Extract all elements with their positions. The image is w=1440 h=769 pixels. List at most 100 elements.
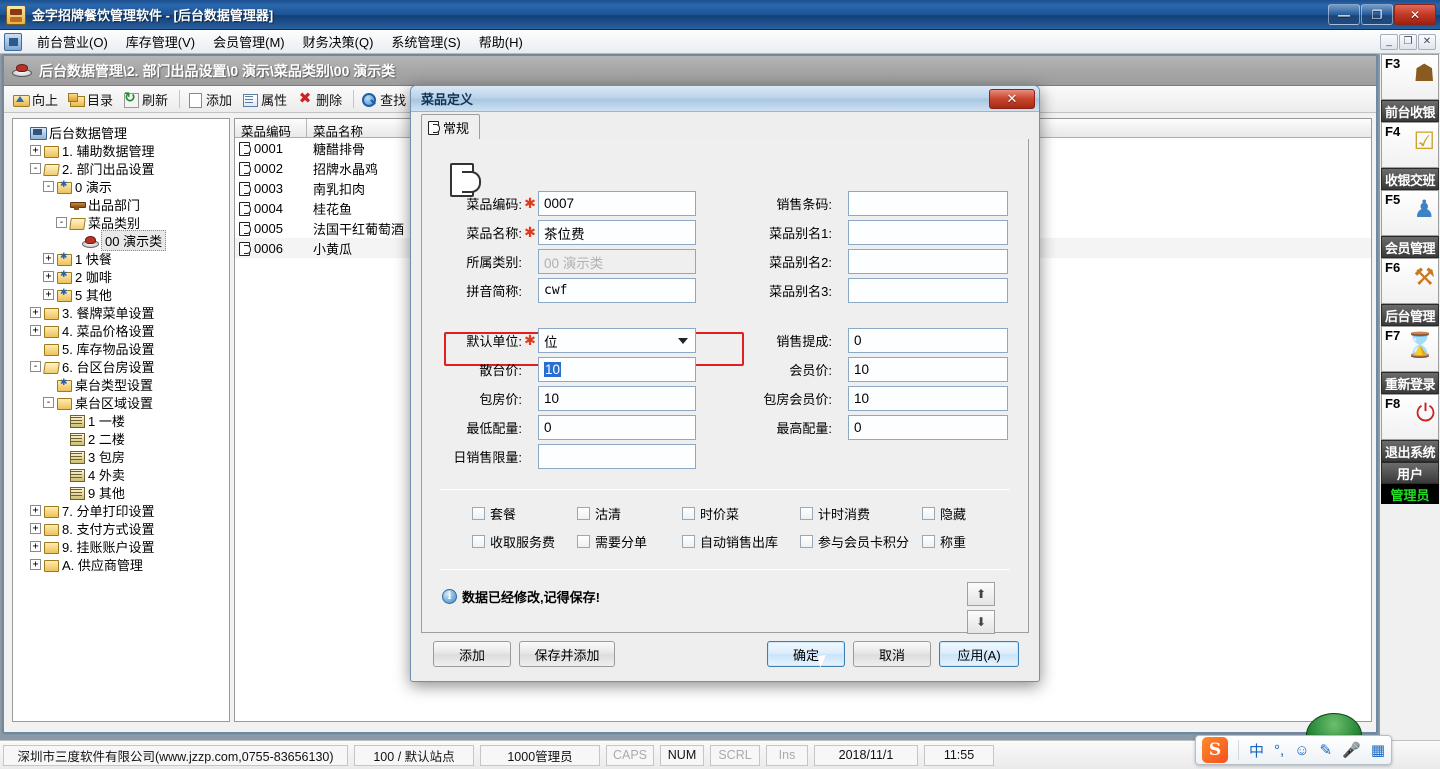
tree-node-23[interactable]: + A. 供应商管理 [17,555,229,573]
checkbox-icon[interactable] [922,507,935,520]
scroll-down-button[interactable]: ⬇ [967,610,995,634]
sidebar-label-f6[interactable]: 后台管理 [1381,304,1439,326]
checkbox-icon[interactable] [472,507,485,520]
tab-general[interactable]: 常规 [421,114,481,142]
tree-node-0[interactable]: +1. 辅助数据管理 [17,141,229,159]
tree-node-19[interactable]: 9 其他 [17,483,229,501]
cancel-button[interactable]: 取消 [853,641,931,667]
member-points-checkbox[interactable]: 参与会员卡积分 [800,532,909,551]
sogou-logo-icon[interactable]: S [1202,737,1229,763]
scroll-up-button[interactable]: ⬆ [967,582,995,606]
expand-icon[interactable]: + [30,306,41,318]
checkbox-icon[interactable] [682,507,695,520]
combo-meal-checkbox[interactable]: 套餐 [472,504,516,523]
table-price-input[interactable]: 10 [538,357,696,382]
tree-node-4[interactable]: - 菜品类别 [17,213,229,231]
auto-stock-out-checkbox[interactable]: 自动销售出库 [682,532,778,551]
tree-node-7[interactable]: +2 咖啡 [17,267,229,285]
expand-icon[interactable]: + [30,144,41,156]
checkbox-icon[interactable] [800,507,813,520]
expand-icon[interactable]: + [43,270,54,282]
toolbar-properties-button[interactable]: 属性 [239,88,294,111]
toolbar-add-button[interactable]: 添加 [184,88,239,111]
sidebar-label-f7[interactable]: 重新登录 [1381,372,1439,394]
default-unit-select[interactable]: 位 [538,328,696,353]
dish-pinyin-input[interactable]: cwf [538,278,696,303]
dish-name-input[interactable]: 茶位费 [538,220,696,245]
toolbar-up-button[interactable]: 向上 [10,88,65,111]
ok-button[interactable]: 确定 [767,641,845,667]
tree-root-node[interactable]: 后台数据管理 [17,123,229,141]
sold-out-checkbox[interactable]: 沽清 [577,504,621,523]
split-order-checkbox[interactable]: 需要分单 [577,532,647,551]
sidebar-label-f3[interactable]: 前台收银 [1381,100,1439,122]
expand-icon[interactable]: + [30,324,41,336]
ime-handwriting-icon[interactable]: ✎ [1320,741,1333,759]
ime-toolbox-icon[interactable]: ▦ [1371,741,1385,759]
add-button[interactable]: 添加 [433,641,511,667]
expand-icon[interactable]: + [30,504,41,516]
menu-item-finance[interactable]: 财务决策(Q) [294,29,383,54]
menu-item-help[interactable]: 帮助(H) [470,29,532,54]
room-price-input[interactable]: 10 [538,386,696,411]
tree-node-11[interactable]: 5. 库存物品设置 [17,339,229,357]
dish-alias1-input[interactable] [848,220,1008,245]
max-qty-input[interactable]: 0 [848,415,1008,440]
tree-node-16[interactable]: 2 二楼 [17,429,229,447]
sidebar-button-f6[interactable]: F6 ⚒ [1381,258,1439,304]
navigation-tree-pane[interactable]: 后台数据管理 +1. 辅助数据管理-2. 部门出品设置-0 演示出品部门-菜品类… [12,118,230,722]
menu-item-members[interactable]: 会员管理(M) [204,29,294,54]
ime-toolbar[interactable]: S 中 °, ☺ ✎ 🎤 ▦ [1195,735,1392,765]
expand-icon[interactable]: + [43,288,54,300]
tree-node-21[interactable]: +8. 支付方式设置 [17,519,229,537]
toolbar-search-button[interactable]: 查找 [358,88,413,111]
expand-icon[interactable]: + [43,252,54,264]
collapse-icon[interactable]: - [43,180,54,192]
sidebar-button-f8[interactable]: F8 ⏻ [1381,394,1439,440]
dish-alias3-input[interactable] [848,278,1008,303]
tree-node-18[interactable]: 4 外卖 [17,465,229,483]
tree-node-3[interactable]: 出品部门 [17,195,229,213]
weighing-checkbox[interactable]: 称重 [922,532,966,551]
sidebar-button-f5[interactable]: F5 ♟ [1381,190,1439,236]
daily-limit-input[interactable] [538,444,696,469]
tree-node-12[interactable]: - 6. 台区台房设置 [17,357,229,375]
tree-node-8[interactable]: +5 其他 [17,285,229,303]
hidden-checkbox[interactable]: 隐藏 [922,504,966,523]
dialog-close-button[interactable]: ✕ [989,88,1035,109]
close-button[interactable]: ✕ [1394,4,1436,25]
ime-emoji-icon[interactable]: ☺ [1294,742,1309,759]
tree-node-14[interactable]: - 桌台区域设置 [17,393,229,411]
tree-node-1[interactable]: - 2. 部门出品设置 [17,159,229,177]
collapse-icon[interactable]: - [30,360,41,372]
tree-node-22[interactable]: +9. 挂账账户设置 [17,537,229,555]
min-qty-input[interactable]: 0 [538,415,696,440]
checkbox-icon[interactable] [922,535,935,548]
column-header-code[interactable]: 菜品编码 [235,119,307,139]
mdi-restore-button[interactable]: ❐ [1399,33,1417,50]
collapse-icon[interactable]: - [56,216,67,228]
tree-node-17[interactable]: 3 包房 [17,447,229,465]
sidebar-button-f4[interactable]: F4 ☑ [1381,122,1439,168]
checkbox-icon[interactable] [577,507,590,520]
sidebar-label-f5[interactable]: 会员管理 [1381,236,1439,258]
ime-language-icon[interactable]: 中 [1249,740,1264,761]
mdi-minimize-button[interactable]: _ [1380,33,1398,50]
mdi-close-button[interactable]: ✕ [1418,33,1436,50]
timed-consumption-checkbox[interactable]: 计时消费 [800,504,870,523]
expand-icon[interactable]: + [30,522,41,534]
sidebar-label-f4[interactable]: 收银交班 [1381,168,1439,190]
toolbar-refresh-button[interactable]: 刷新 [120,88,175,111]
sidebar-label-f8[interactable]: 退出系统 [1381,440,1439,462]
sidebar-button-f7[interactable]: F7 ⌛ [1381,326,1439,372]
checkbox-icon[interactable] [800,535,813,548]
checkbox-icon[interactable] [577,535,590,548]
minimize-button[interactable]: — [1328,4,1360,25]
dish-code-input[interactable]: 0007 [538,191,696,216]
tree-node-6[interactable]: +1 快餐 [17,249,229,267]
sale-barcode-input[interactable] [848,191,1008,216]
tree-node-10[interactable]: +4. 菜品价格设置 [17,321,229,339]
tree-node-5[interactable]: 00 演示类 [17,229,229,251]
dish-alias2-input[interactable] [848,249,1008,274]
menu-item-frontdesk[interactable]: 前台营业(O) [28,29,117,54]
